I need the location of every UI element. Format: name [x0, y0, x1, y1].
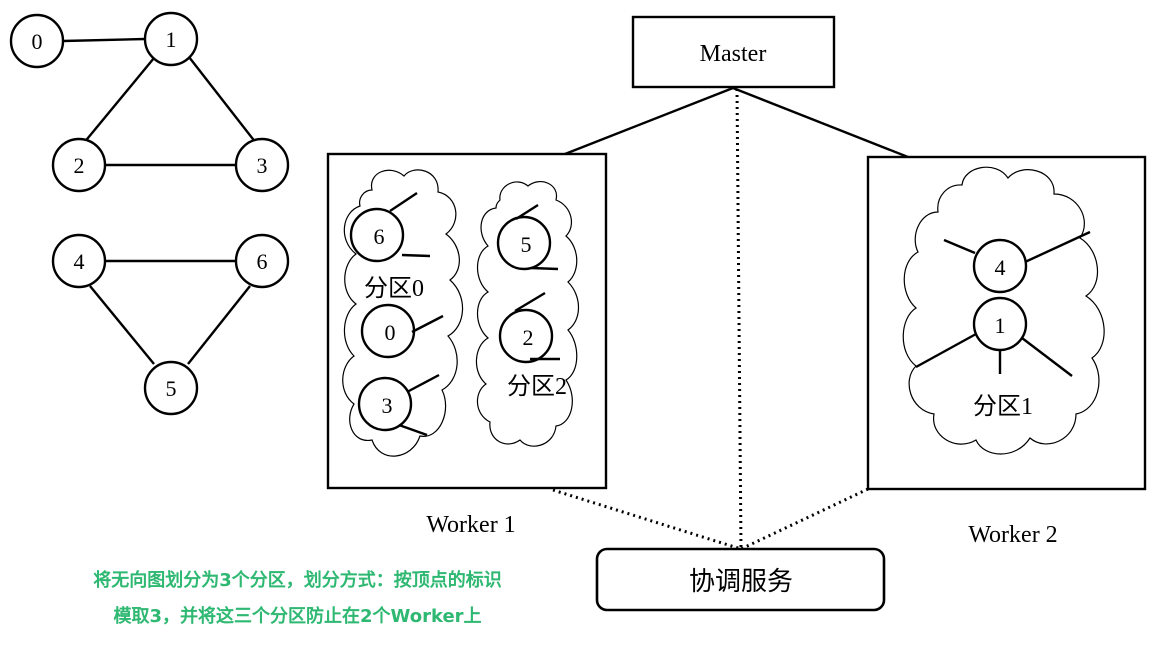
graph-edge-0-1 — [62, 37, 146, 43]
graph-edge-6-5 — [187, 285, 251, 365]
master-label: Master — [700, 41, 767, 67]
graph-node-1: 1 — [143, 11, 199, 67]
graph-node-6: 6 — [234, 233, 290, 289]
coordination-service-box: 协调服务 — [595, 547, 886, 612]
graph-node-label: 4 — [74, 249, 85, 274]
graph-node-5: 5 — [143, 360, 199, 416]
graph-node-2: 2 — [51, 137, 107, 193]
graph-node-label: 2 — [74, 153, 85, 178]
master-coordination-link — [735, 88, 743, 550]
graph-node-label: 5 — [166, 376, 177, 401]
graph-node-0: 0 — [9, 13, 65, 69]
partition-1-label: 分区1 — [973, 393, 1033, 420]
worker-1-label: Worker 1 — [426, 512, 515, 538]
vertex-label: 5 — [521, 232, 532, 257]
vertex-label: 1 — [995, 313, 1006, 338]
vertex-label: 0 — [385, 320, 396, 345]
master-box: Master — [631, 15, 836, 89]
coordination-service-label: 协调服务 — [689, 567, 793, 596]
worker-2-label: Worker 2 — [968, 522, 1057, 548]
vertex-label: 6 — [374, 224, 385, 249]
diagram-canvas: 0 1 2 3 4 6 5 Master 6 分区0 0 3 5 2 分区2 W… — [9, 11, 1147, 612]
graph-edge-1-3 — [188, 56, 257, 144]
graph-node-label: 3 — [257, 153, 268, 178]
undirected-graph — [62, 37, 257, 365]
worker-2-coordination-link — [740, 487, 869, 551]
vertex-label: 2 — [523, 325, 534, 350]
vertex-label: 4 — [995, 255, 1006, 280]
worker-1-coordination-link — [552, 488, 742, 551]
graph-node-label: 1 — [166, 27, 177, 52]
graph-node-label: 0 — [32, 29, 43, 54]
partition-0-label: 分区0 — [364, 275, 424, 302]
vertex-label: 3 — [382, 393, 393, 418]
graph-edge-1-2 — [82, 57, 155, 145]
graph-node-label: 6 — [257, 249, 268, 274]
caption-line-2: 模取3，并将这三个分区防止在2个Worker上 — [113, 606, 482, 627]
partition-2-label: 分区2 — [507, 373, 567, 400]
graph-node-4: 4 — [51, 233, 107, 289]
master-to-worker-1-link — [564, 86, 734, 156]
caption-line-1: 将无向图划分为3个分区，划分方式：按顶点的标识 — [93, 570, 502, 591]
graph-node-3: 3 — [234, 137, 290, 193]
graph-edge-4-5 — [89, 285, 155, 365]
master-to-worker-2-link — [732, 86, 909, 159]
